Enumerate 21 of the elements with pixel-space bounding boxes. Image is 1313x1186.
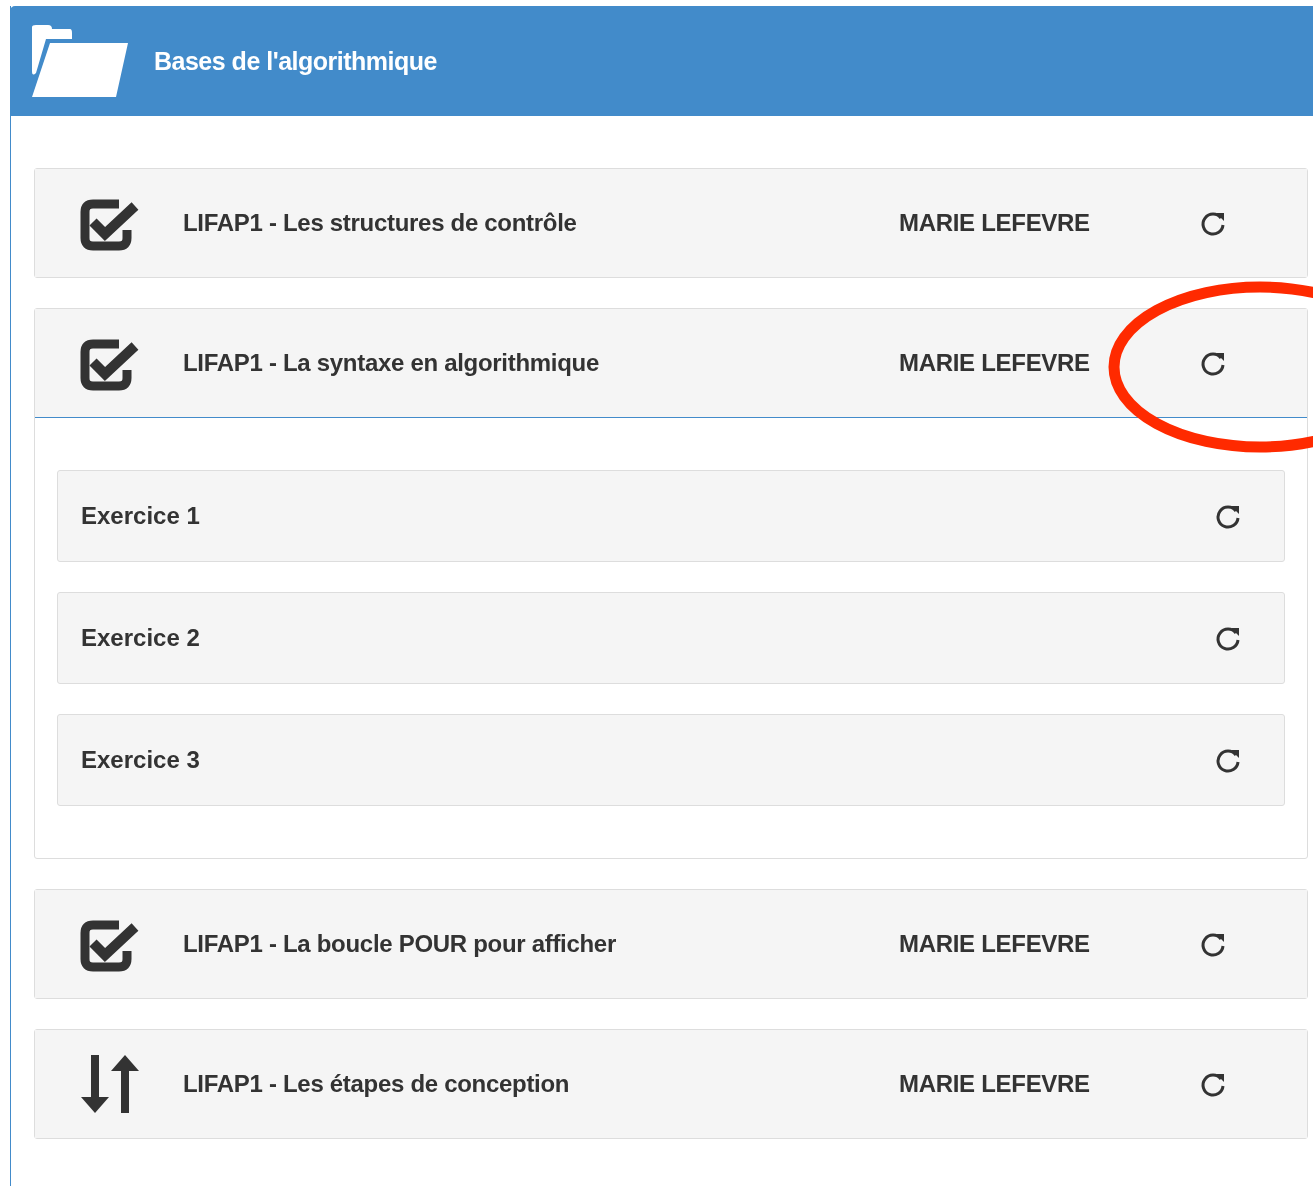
exercise-row[interactable]: Exercice 3 [57,714,1285,806]
exercise-name: Exercice 1 [81,502,200,530]
course-name: LIFAP1 - La syntaxe en algorithmique [183,349,600,377]
course-row[interactable]: LIFAP1 - Les étapes de conception MARIE LEFEVRE [35,1030,1307,1138]
author-name: MARIE LEFEVRE [899,209,1091,237]
author-name: MARIE LEFEVRE [899,349,1091,377]
sort-arrows-icon [79,1053,141,1115]
folder-icon [32,25,128,97]
course-name: LIFAP1 - La boucle POUR pour afficher [183,930,617,958]
course-row[interactable]: LIFAP1 - La syntaxe en algorithmique MARIE LEFEVRE [35,309,1307,418]
exercise-name: Exercice 3 [81,746,200,774]
author-name: MARIE LEFEVRE [899,1070,1091,1098]
course-row[interactable]: LIFAP1 - Les structures de contrôle MARIE LEFEVRE [35,169,1307,277]
exercise-row[interactable]: Exercice 2 [57,592,1285,684]
exercise-row[interactable]: Exercice 1 [57,470,1285,562]
course-row[interactable]: LIFAP1 - La boucle POUR pour afficher MARIE LEFEVRE [35,890,1307,998]
course-name: LIFAP1 - Les structures de contrôle [183,209,578,237]
panel-title: Bases de l'algorithmique [154,46,437,76]
author-name: MARIE LEFEVRE [899,930,1091,958]
course-name: LIFAP1 - Les étapes de conception [183,1070,571,1098]
exercise-name: Exercice 2 [81,624,200,652]
